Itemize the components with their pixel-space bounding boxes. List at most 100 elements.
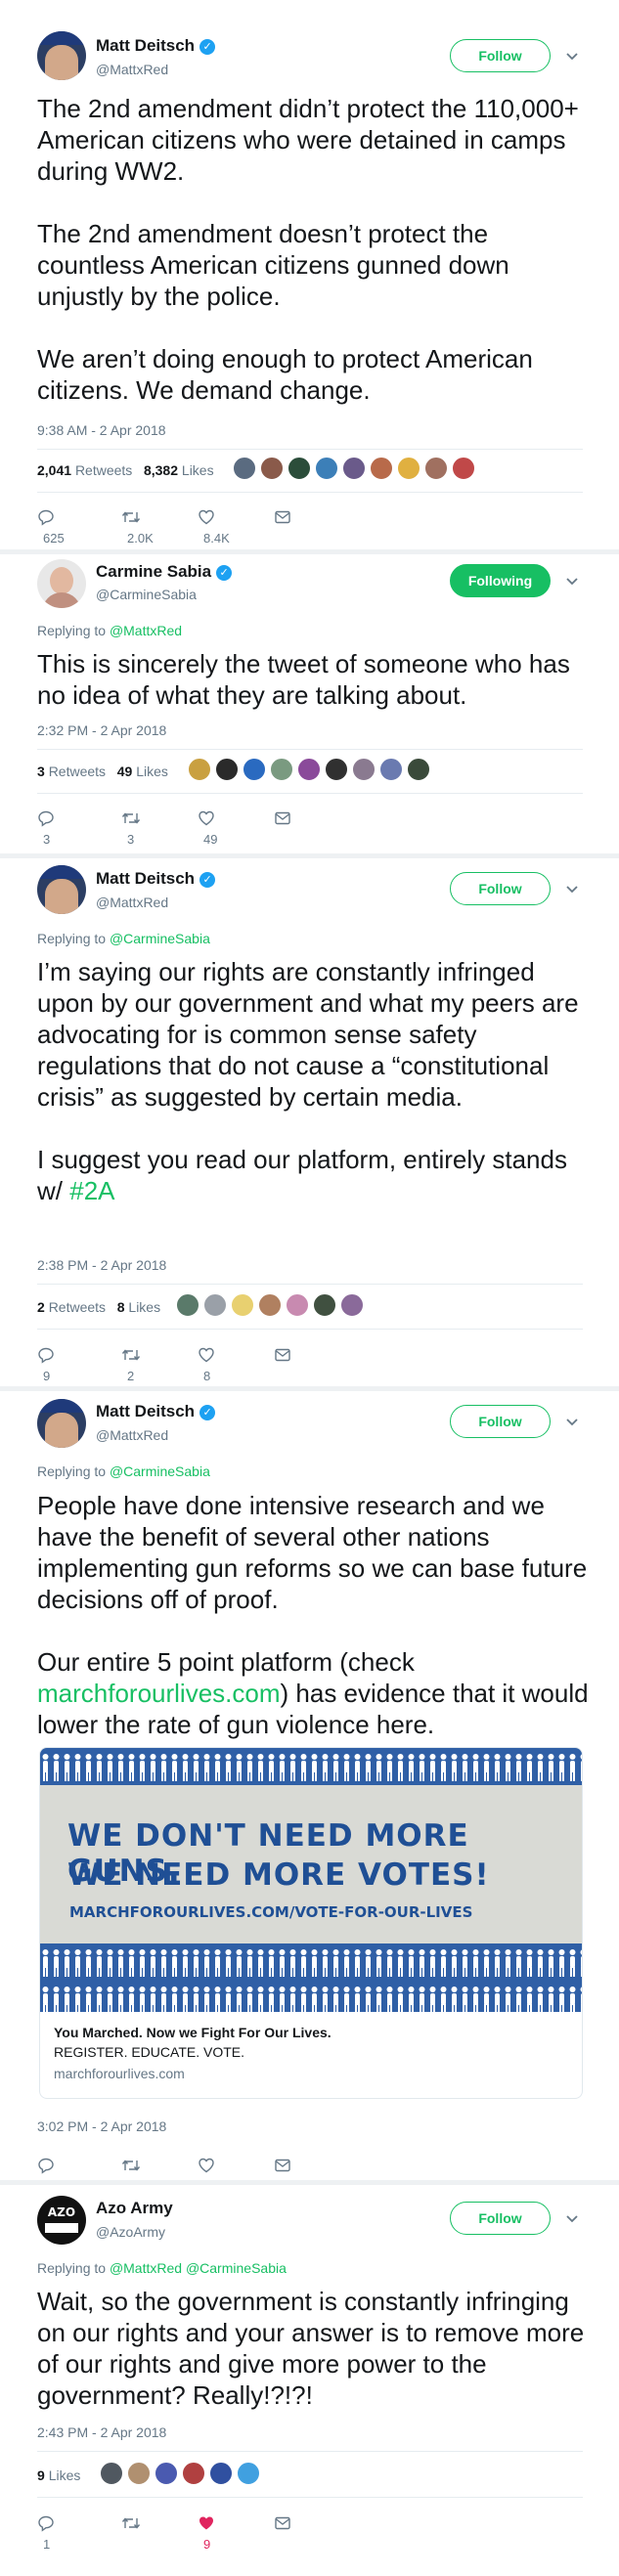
avatar[interactable]: AZO [37, 2196, 86, 2245]
follow-button[interactable]: Follow [450, 2202, 551, 2235]
chevron-down-icon[interactable] [565, 49, 579, 63]
following-button[interactable]: Following [450, 564, 551, 597]
like-button[interactable]: 8.4K [198, 505, 230, 546]
tweet-timestamp[interactable]: 2:38 PM - 2 Apr 2018 [37, 1257, 166, 1273]
liker-avatar[interactable] [182, 2462, 205, 2485]
liker-avatar[interactable] [370, 457, 393, 480]
liker-avatar[interactable] [203, 1293, 227, 1317]
user-handle[interactable]: @MattxRed [96, 1427, 168, 1443]
user-name[interactable]: Matt Deitsch ✓ [96, 36, 216, 56]
liker-avatar[interactable] [342, 457, 366, 480]
chevron-down-icon[interactable] [565, 574, 579, 588]
liker-avatar[interactable] [315, 457, 338, 480]
message-button[interactable] [274, 2511, 291, 2533]
retweet-count[interactable]: 2 [37, 1299, 45, 1315]
retweet-button[interactable] [121, 2511, 141, 2533]
user-handle[interactable]: @MattxRed [96, 895, 168, 910]
follow-button[interactable]: Follow [450, 1405, 551, 1438]
liker-avatar[interactable] [215, 758, 239, 781]
liker-avatar[interactable] [258, 1293, 282, 1317]
liker-avatar[interactable] [397, 457, 420, 480]
liker-avatar[interactable] [176, 1293, 199, 1317]
avatar[interactable] [37, 865, 86, 914]
avatar[interactable] [37, 31, 86, 80]
liker-avatar[interactable] [325, 758, 348, 781]
message-button[interactable] [274, 807, 291, 828]
user-name[interactable]: Matt Deitsch ✓ [96, 869, 216, 889]
user-handle[interactable]: @MattxRed [96, 62, 168, 77]
retweet-button[interactable]: 3 [121, 807, 141, 847]
user-name-text[interactable]: Azo Army [96, 2199, 173, 2217]
user-name[interactable]: Azo Army [96, 2199, 173, 2218]
liker-avatar[interactable] [452, 457, 475, 480]
url-link[interactable]: marchforourlives.com [37, 1679, 281, 1708]
reply-button[interactable]: 9 [37, 1343, 55, 1383]
chevron-down-icon[interactable] [565, 2211, 579, 2225]
liker-avatar[interactable] [260, 457, 284, 480]
liker-avatar[interactable] [233, 457, 256, 480]
like-button[interactable]: 9 [198, 2511, 215, 2552]
user-name[interactable]: Carmine Sabia ✓ [96, 562, 233, 582]
likes-label[interactable]: Likes [128, 1299, 160, 1315]
liker-avatar[interactable] [237, 2462, 260, 2485]
liker-avatar[interactable] [231, 1293, 254, 1317]
avatar[interactable] [37, 559, 86, 608]
message-button[interactable] [274, 2154, 291, 2175]
retweets-label[interactable]: Retweets [49, 1299, 106, 1315]
tweet-timestamp[interactable]: 2:32 PM - 2 Apr 2018 [37, 722, 166, 738]
user-name-text[interactable]: Carmine Sabia [96, 562, 211, 581]
user-name-text[interactable]: Matt Deitsch [96, 36, 195, 55]
liker-avatar[interactable] [313, 1293, 336, 1317]
retweets-label[interactable]: Retweets [75, 462, 132, 478]
like-button[interactable]: 49 [198, 807, 217, 847]
avatar[interactable] [37, 1399, 86, 1448]
follow-button[interactable]: Follow [450, 872, 551, 905]
mention-link[interactable]: @MattxRed @CarmineSabia [110, 2260, 287, 2276]
like-button[interactable]: 8 [198, 1343, 215, 1383]
user-name-text[interactable]: Matt Deitsch [96, 1402, 195, 1420]
likes-label[interactable]: Likes [136, 764, 168, 779]
tweet-timestamp[interactable]: 2:43 PM - 2 Apr 2018 [37, 2424, 166, 2440]
reply-button[interactable]: 5 [37, 2154, 55, 2194]
like-count[interactable]: 49 [117, 764, 133, 779]
tweet-timestamp[interactable]: 3:02 PM - 2 Apr 2018 [37, 2118, 166, 2134]
follow-button[interactable]: Follow [450, 39, 551, 72]
mention-link[interactable]: @CarmineSabia [110, 1463, 210, 1479]
message-button[interactable] [274, 1343, 291, 1365]
like-count[interactable]: 8,382 [144, 462, 178, 478]
likes-label[interactable]: Likes [182, 462, 214, 478]
user-name[interactable]: Matt Deitsch ✓ [96, 1402, 216, 1421]
liker-avatar[interactable] [297, 758, 321, 781]
liker-avatar[interactable] [100, 2462, 123, 2485]
retweet-button[interactable]: 2.0K [121, 505, 154, 546]
like-button[interactable] [198, 2154, 215, 2175]
like-count[interactable]: 8 [117, 1299, 125, 1315]
liker-avatar[interactable] [286, 1293, 309, 1317]
user-name-text[interactable]: Matt Deitsch [96, 869, 195, 888]
liker-avatar[interactable] [270, 758, 293, 781]
liker-avatar[interactable] [287, 457, 311, 480]
retweet-count[interactable]: 2,041 [37, 462, 71, 478]
liker-avatar[interactable] [352, 758, 376, 781]
reply-button[interactable]: 3 [37, 807, 55, 847]
likes-label[interactable]: Likes [49, 2467, 81, 2483]
retweet-count[interactable]: 3 [37, 764, 45, 779]
liker-avatar[interactable] [340, 1293, 364, 1317]
retweet-button[interactable] [121, 2154, 141, 2175]
user-handle[interactable]: @AzoArmy [96, 2224, 165, 2240]
liker-avatar[interactable] [243, 758, 266, 781]
liker-avatar[interactable] [424, 457, 448, 480]
liker-avatar[interactable] [155, 2462, 178, 2485]
liker-avatar[interactable] [209, 2462, 233, 2485]
message-button[interactable] [274, 505, 291, 527]
liker-avatar[interactable] [127, 2462, 151, 2485]
reply-button[interactable]: 1 [37, 2511, 55, 2552]
mention-link[interactable]: @CarmineSabia [110, 931, 210, 946]
retweets-label[interactable]: Retweets [49, 764, 106, 779]
retweet-button[interactable]: 2 [121, 1343, 141, 1383]
mention-link[interactable]: @MattxRed [110, 623, 182, 638]
liker-avatar[interactable] [379, 758, 403, 781]
chevron-down-icon[interactable] [565, 1415, 579, 1428]
hashtag-link[interactable]: #2A [69, 1176, 114, 1205]
link-card[interactable]: WE DON'T NEED MORE GUNS. WE NEED MORE VO… [39, 1747, 583, 2099]
